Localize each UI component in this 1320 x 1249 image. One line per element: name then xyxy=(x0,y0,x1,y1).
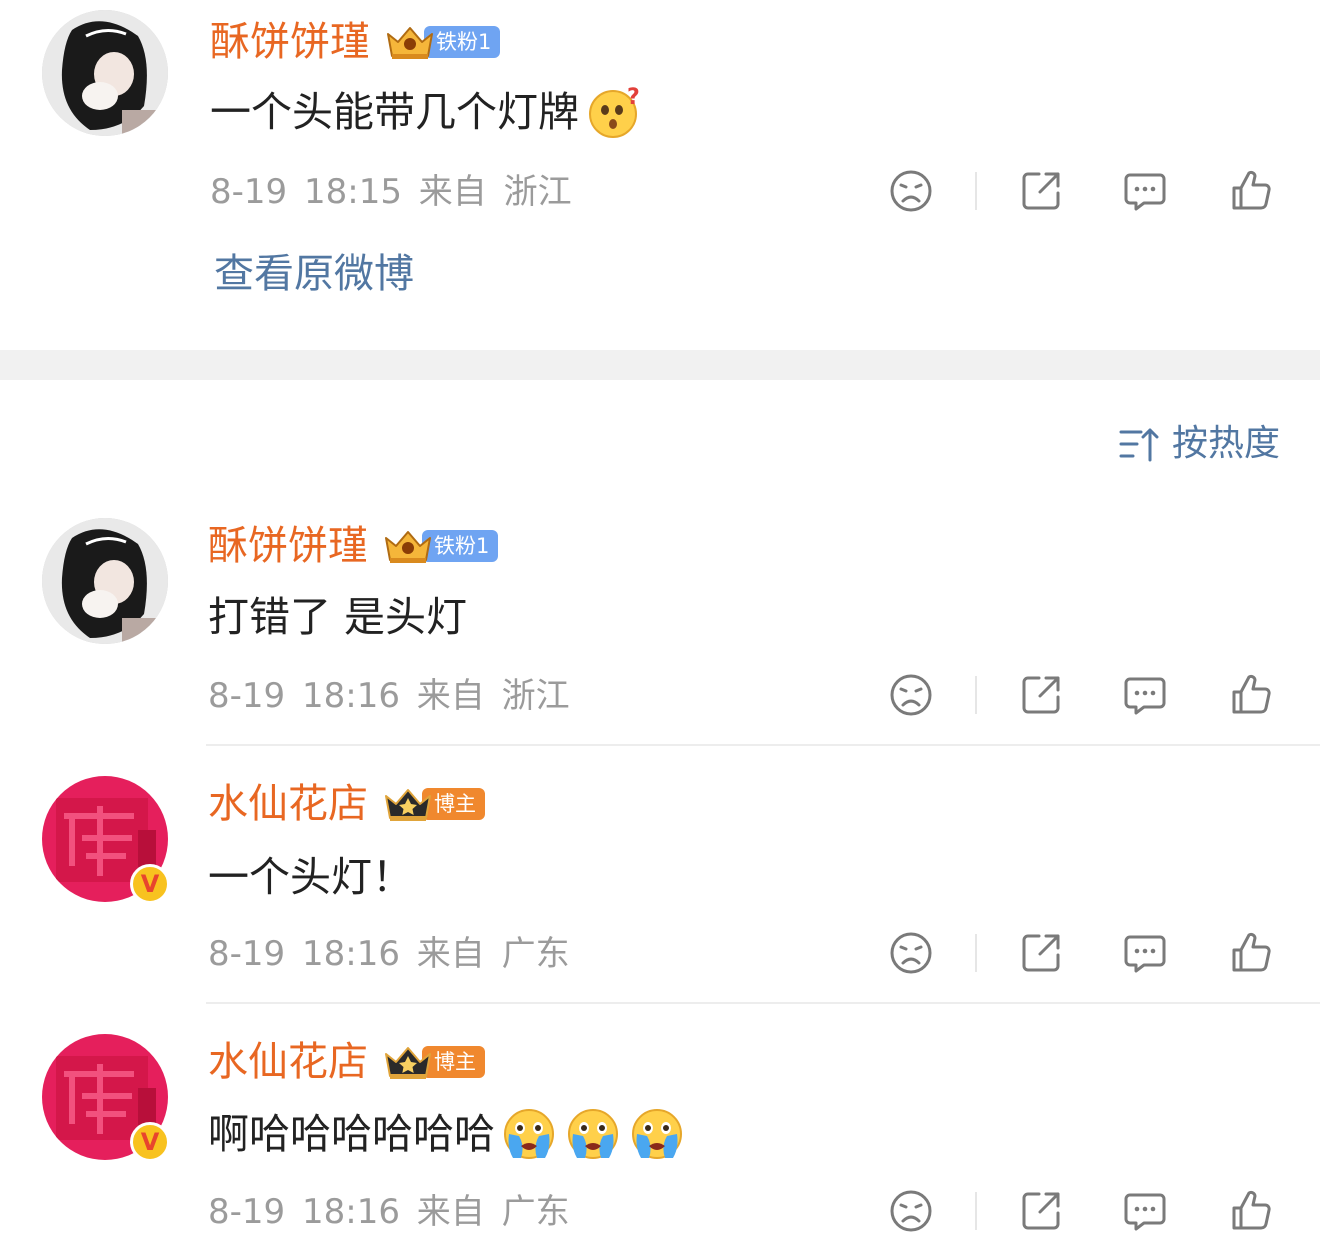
reply-meta: 8-19 18:16 来自 浙江 xyxy=(208,676,570,716)
comment-icon[interactable] xyxy=(1122,1188,1168,1234)
post-text: 一个头能带几个灯牌 xyxy=(210,88,579,136)
comment-icon[interactable] xyxy=(1122,168,1168,214)
like-icon[interactable] xyxy=(1228,1188,1274,1234)
crying-emoji-icon xyxy=(565,1106,621,1162)
fan-badge[interactable]: 铁粉1 xyxy=(380,526,499,566)
divider xyxy=(975,676,977,714)
username[interactable]: 酥饼饼瑾 xyxy=(208,522,368,570)
reply-text: 打错了 是头灯 xyxy=(208,593,468,641)
verified-v-icon: V xyxy=(130,1122,170,1162)
crown-star-icon xyxy=(380,784,436,824)
reply-meta: 8-19 18:16 来自 广东 xyxy=(208,934,570,974)
reply-source: 来自 广东 xyxy=(416,934,570,974)
post-source: 来自 浙江 xyxy=(418,172,572,212)
sort-toggle[interactable]: 按热度 xyxy=(1118,422,1280,466)
sort-label: 按热度 xyxy=(1172,423,1281,464)
section-separator xyxy=(0,350,1320,380)
crown-icon xyxy=(380,526,436,566)
host-badge[interactable]: 博主 xyxy=(380,1042,485,1082)
divider xyxy=(975,1192,977,1230)
divider xyxy=(975,934,977,972)
surprised-question-emoji-icon xyxy=(587,84,643,140)
post-text-row: 一个头能带几个灯牌 xyxy=(210,84,643,140)
user-avatar[interactable] xyxy=(42,518,168,644)
reply-header: 水仙花店 博主 xyxy=(208,780,485,828)
verified-v-icon: V xyxy=(130,864,170,904)
post-header: 酥饼饼瑾 铁粉1 xyxy=(210,18,501,66)
divider xyxy=(975,172,977,210)
post-meta: 8-19 18:15 来自 浙江 xyxy=(210,172,572,212)
user-avatar[interactable] xyxy=(42,10,168,136)
verified-avatar[interactable]: V xyxy=(42,1034,172,1164)
reply-time: 8-19 18:16 xyxy=(208,676,400,716)
share-icon[interactable] xyxy=(1018,930,1064,976)
reply-time: 8-19 18:16 xyxy=(208,934,400,974)
comment-icon[interactable] xyxy=(1122,672,1168,718)
reply-text-row: 啊哈哈哈哈哈哈 xyxy=(208,1106,685,1162)
reply-header: 酥饼饼瑾 铁粉1 xyxy=(208,522,499,570)
reply-divider xyxy=(206,744,1320,746)
avatar-image xyxy=(42,518,168,644)
host-badge[interactable]: 博主 xyxy=(380,784,485,824)
reply-time: 8-19 18:16 xyxy=(208,1192,400,1232)
like-icon[interactable] xyxy=(1228,930,1274,976)
reply-divider xyxy=(206,1002,1320,1004)
crown-star-icon xyxy=(380,1042,436,1082)
reply-source: 来自 浙江 xyxy=(416,676,570,716)
crown-icon xyxy=(382,22,438,62)
share-icon[interactable] xyxy=(1018,168,1064,214)
reply-source: 来自 广东 xyxy=(416,1192,570,1232)
reply-text: 一个头灯！ xyxy=(208,853,413,901)
sad-icon[interactable] xyxy=(888,1188,934,1234)
reply-text: 啊哈哈哈哈哈哈 xyxy=(208,1110,495,1158)
avatar-image xyxy=(42,10,168,136)
username[interactable]: 水仙花店 xyxy=(208,1038,368,1086)
reply-meta: 8-19 18:16 来自 广东 xyxy=(208,1192,570,1232)
share-icon[interactable] xyxy=(1018,1188,1064,1234)
reply-header: 水仙花店 博主 xyxy=(208,1038,485,1086)
comment-icon[interactable] xyxy=(1122,930,1168,976)
sad-icon[interactable] xyxy=(888,672,934,718)
username[interactable]: 水仙花店 xyxy=(208,780,368,828)
fan-badge[interactable]: 铁粉1 xyxy=(382,22,501,62)
post-time: 8-19 18:15 xyxy=(210,172,402,212)
username[interactable]: 酥饼饼瑾 xyxy=(210,18,370,66)
sad-icon[interactable] xyxy=(888,930,934,976)
share-icon[interactable] xyxy=(1018,672,1064,718)
sort-icon xyxy=(1119,428,1159,462)
verified-avatar[interactable]: V xyxy=(42,776,172,906)
like-icon[interactable] xyxy=(1228,672,1274,718)
view-original-link[interactable]: 查看原微博 xyxy=(214,250,414,298)
sad-icon[interactable] xyxy=(888,168,934,214)
crying-emoji-icon xyxy=(629,1106,685,1162)
crying-emoji-icon xyxy=(501,1106,557,1162)
like-icon[interactable] xyxy=(1228,168,1274,214)
